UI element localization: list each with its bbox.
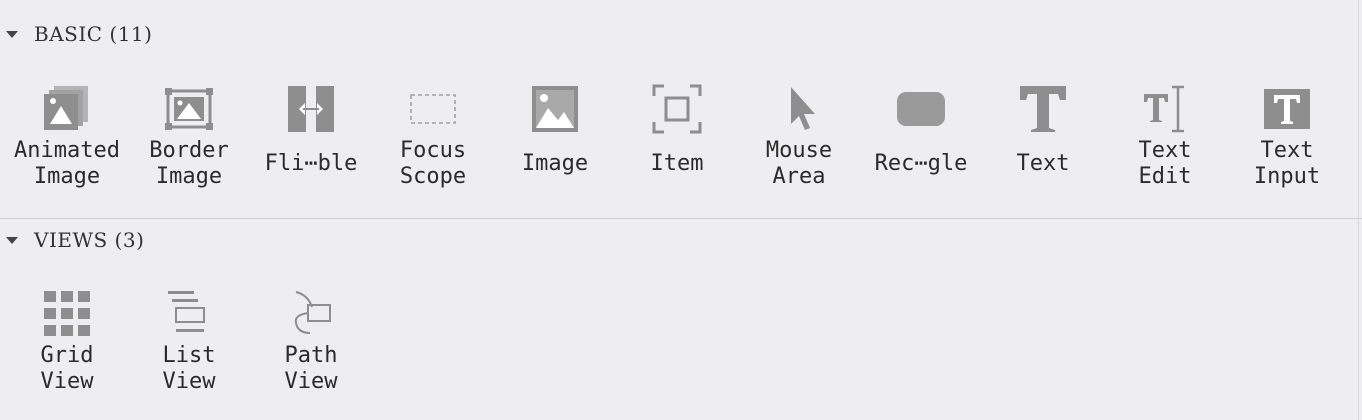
text-edit-icon	[1135, 82, 1195, 136]
component-focus-scope[interactable]: Focus Scope	[372, 82, 494, 202]
section-title-views: VIEWS (3)	[34, 228, 145, 252]
section-header-basic[interactable]: BASIC (11)	[0, 19, 152, 49]
component-flickable[interactable]: Fli⋯ble	[250, 82, 372, 202]
image-icon	[525, 82, 585, 136]
component-grid-view[interactable]: Grid View	[6, 287, 128, 407]
component-label: Animated Image	[14, 138, 120, 189]
section-divider	[0, 218, 1362, 219]
section-title-basic: BASIC (11)	[34, 22, 153, 46]
animated-image-icon	[37, 82, 97, 136]
text-input-icon	[1257, 82, 1317, 136]
rectangle-icon	[891, 82, 951, 136]
component-label: Text Input	[1253, 138, 1321, 189]
component-label: Text Edit	[1138, 138, 1192, 189]
component-label: Mouse Area	[765, 138, 833, 189]
component-image[interactable]: Image	[494, 82, 616, 202]
component-list-view[interactable]: List View	[128, 287, 250, 407]
component-label: Image	[521, 151, 589, 176]
component-library-panel: BASIC (11) Animated Image Border Image F…	[0, 0, 1362, 420]
focus-scope-icon	[403, 82, 463, 136]
component-rectangle[interactable]: Rec⋯gle	[860, 82, 982, 202]
border-image-icon	[159, 82, 219, 136]
component-label: List View	[162, 343, 216, 394]
component-label: Fli⋯ble	[264, 151, 358, 176]
path-view-icon	[281, 287, 341, 341]
component-border-image[interactable]: Border Image	[128, 82, 250, 202]
component-label: Item	[650, 151, 704, 176]
text-icon	[1013, 82, 1073, 136]
collapse-arrow-icon[interactable]	[6, 30, 18, 38]
component-label: Path View	[284, 343, 338, 394]
component-text-input[interactable]: Text Input	[1226, 82, 1348, 202]
flickable-icon	[281, 82, 341, 136]
mouse-area-icon	[769, 82, 829, 136]
list-view-icon	[159, 287, 219, 341]
component-label: Text	[1016, 151, 1070, 176]
component-item[interactable]: Item	[616, 82, 738, 202]
item-icon	[647, 82, 707, 136]
panel-edge	[1358, 0, 1359, 420]
component-animated-image[interactable]: Animated Image	[6, 82, 128, 202]
component-label: Grid View	[40, 343, 94, 394]
component-text-edit[interactable]: Text Edit	[1104, 82, 1226, 202]
component-path-view[interactable]: Path View	[250, 287, 372, 407]
component-label: Focus Scope	[399, 138, 467, 189]
grid-view-icon	[37, 287, 97, 341]
component-mouse-area[interactable]: Mouse Area	[738, 82, 860, 202]
collapse-arrow-icon[interactable]	[6, 236, 18, 244]
component-label: Rec⋯gle	[874, 151, 968, 176]
section-header-views[interactable]: VIEWS (3)	[0, 225, 144, 255]
component-text[interactable]: Text	[982, 82, 1104, 202]
component-label: Border Image	[149, 138, 229, 189]
